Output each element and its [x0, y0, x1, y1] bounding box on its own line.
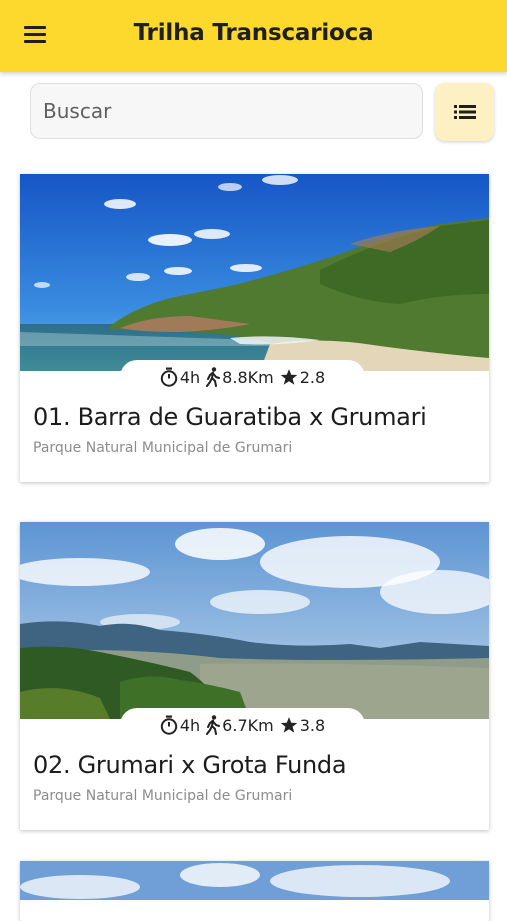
distance-stat: 6.7Km — [206, 715, 274, 735]
coastline-beach-photo — [20, 174, 489, 371]
distance-value: 8.8Km — [222, 367, 274, 387]
trail-park: Parque Natural Municipal de Grumari — [33, 788, 293, 804]
trail-stats: 4h 8.8Km 2.8 — [120, 360, 365, 394]
search-input[interactable] — [30, 83, 423, 139]
app-title: Trilha Transcarioca — [133, 20, 374, 46]
timer-icon — [160, 715, 178, 735]
walking-person-icon — [206, 367, 221, 387]
list-view-icon — [454, 105, 476, 119]
trail-park: Parque Natural Municipal de Grumari — [33, 440, 293, 456]
rating-stat: 3.8 — [280, 716, 325, 735]
duration-value: 4h — [179, 367, 201, 387]
star-icon — [280, 717, 297, 733]
trail-card[interactable]: 4h 8.8Km 2.8 01. Barra de Guaratiba x Gr… — [20, 174, 489, 482]
trail-stats: 4h 6.7Km 3.8 — [120, 708, 365, 742]
duration-stat: 4h — [160, 367, 200, 387]
trail-title: 01. Barra de Guaratiba x Grumari — [33, 403, 427, 431]
sky-clouds-photo — [20, 861, 489, 900]
walking-person-icon — [206, 715, 221, 735]
duration-value: 4h — [179, 715, 201, 735]
mountain-panorama-photo — [20, 522, 489, 719]
timer-icon — [160, 367, 178, 387]
distance-stat: 8.8Km — [206, 367, 274, 387]
rating-stat: 2.8 — [280, 368, 325, 387]
star-icon — [280, 369, 297, 385]
distance-value: 6.7Km — [222, 715, 274, 735]
rating-value: 2.8 — [299, 367, 326, 387]
trail-card[interactable]: 4h 6.7Km 3.8 02. Grumari x Grota Funda P… — [20, 522, 489, 830]
duration-stat: 4h — [160, 715, 200, 735]
list-view-button[interactable] — [435, 83, 494, 141]
trail-card[interactable] — [20, 861, 489, 921]
trail-title: 02. Grumari x Grota Funda — [33, 751, 347, 779]
rating-value: 3.8 — [299, 715, 326, 735]
app-bar: Trilha Transcarioca — [0, 0, 507, 72]
